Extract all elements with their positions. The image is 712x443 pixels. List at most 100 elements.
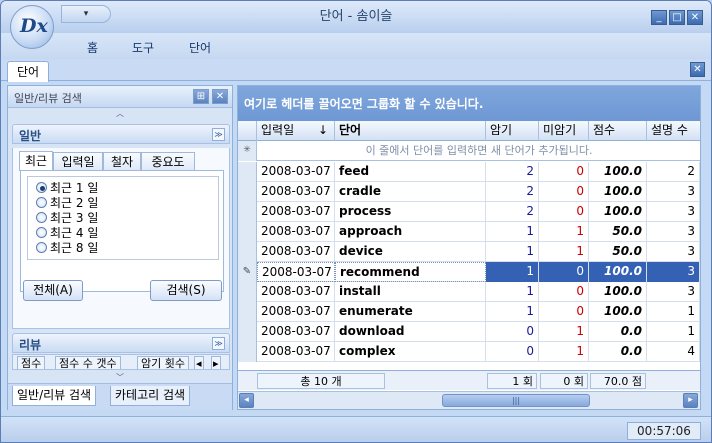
cell-memorized[interactable]: 1	[486, 282, 539, 302]
cell-score[interactable]: 100.0	[589, 162, 647, 182]
cell-word[interactable]: device	[335, 242, 486, 262]
tab-review-score[interactable]: 점수	[17, 356, 46, 369]
cell-memorized[interactable]: 0	[486, 342, 539, 362]
tab-spelling[interactable]: 철자	[103, 152, 141, 171]
cell-input-date[interactable]: 2008-03-07	[257, 162, 335, 182]
search-button[interactable]: 검색(S)	[150, 280, 222, 301]
new-row[interactable]: ✳ 이 줄에서 단어를 입력하면 새 단어가 추가됩니다.	[238, 141, 700, 161]
cell-input-date[interactable]: 2008-03-07	[257, 182, 335, 202]
header-word[interactable]: 단어	[335, 121, 486, 141]
table-row[interactable]: 2008-03-07 complex 0 1 0.0 4	[238, 342, 700, 362]
cell-desc-count[interactable]: 3	[647, 222, 700, 242]
table-row[interactable]: 2008-03-07 enumerate 1 0 100.0 1	[238, 302, 700, 322]
scroll-down-icon[interactable]: ﹀	[8, 372, 232, 383]
tab-importance[interactable]: 중요도	[141, 152, 195, 171]
table-row[interactable]: 2008-03-07 approach 1 1 50.0 3	[238, 222, 700, 242]
table-row[interactable]: ✎ 2008-03-07 recommend 1 0 100.0 3	[238, 262, 700, 282]
cell-input-date[interactable]: 2008-03-07	[257, 222, 335, 242]
cell-input-date[interactable]: 2008-03-07	[257, 342, 335, 362]
cell-desc-count[interactable]: 2	[647, 162, 700, 182]
cell-word[interactable]: enumerate	[335, 302, 486, 322]
cell-memorized[interactable]: 1	[486, 242, 539, 262]
quick-access-toolbar[interactable]: ▾	[61, 5, 111, 23]
cell-input-date[interactable]: 2008-03-07	[257, 242, 335, 262]
cell-unmemorized[interactable]: 1	[539, 242, 589, 262]
section-review-header[interactable]: 리뷰 ≫	[12, 333, 230, 353]
header-unmemorized[interactable]: 미암기	[539, 121, 589, 141]
cell-memorized[interactable]: 0	[486, 322, 539, 342]
pin-icon[interactable]: ⊞	[193, 89, 209, 104]
header-desc-count[interactable]: 설명 수	[647, 121, 700, 141]
section-general-header[interactable]: 일반 ≫	[12, 124, 230, 144]
cell-unmemorized[interactable]: 1	[539, 342, 589, 362]
radio-recent-3[interactable]: 최근 3 일	[36, 211, 98, 226]
radio-recent-8[interactable]: 최근 8 일	[36, 241, 98, 256]
table-row[interactable]: 2008-03-07 cradle 2 0 100.0 3	[238, 182, 700, 202]
row-indicator[interactable]	[238, 302, 257, 322]
cell-desc-count[interactable]: 3	[647, 262, 700, 282]
table-row[interactable]: 2008-03-07 download 0 1 0.0 1	[238, 322, 700, 342]
cell-desc-count[interactable]: 1	[647, 302, 700, 322]
cell-score[interactable]: 50.0	[589, 222, 647, 242]
cell-word[interactable]: feed	[335, 162, 486, 182]
radio-recent-2[interactable]: 최근 2 일	[36, 196, 98, 211]
cell-desc-count[interactable]: 4	[647, 342, 700, 362]
cell-unmemorized[interactable]: 1	[539, 322, 589, 342]
cell-word[interactable]: install	[335, 282, 486, 302]
tab-recent[interactable]: 최근	[19, 151, 53, 171]
table-row[interactable]: 2008-03-07 install 1 0 100.0 3	[238, 282, 700, 302]
tab-input-date[interactable]: 입력일	[53, 152, 103, 171]
cell-desc-count[interactable]: 3	[647, 282, 700, 302]
header-memorized[interactable]: 암기	[486, 121, 539, 141]
tab-category-search[interactable]: 카테고리 검색	[110, 386, 191, 406]
cell-input-date[interactable]: 2008-03-07	[257, 302, 335, 322]
app-logo-button[interactable]: Dx	[10, 5, 54, 49]
cell-input-date[interactable]: 2008-03-07	[257, 282, 335, 302]
table-row[interactable]: 2008-03-07 feed 2 0 100.0 2	[238, 162, 700, 182]
radio-recent-1[interactable]: 최근 1 일	[36, 181, 98, 196]
cell-score[interactable]: 50.0	[589, 242, 647, 262]
header-input-date[interactable]: 입력일 ↓	[257, 121, 335, 141]
cell-input-date[interactable]: 2008-03-07	[257, 322, 335, 342]
cell-score[interactable]: 100.0	[589, 202, 647, 222]
cell-input-date[interactable]: 2008-03-07	[257, 202, 335, 222]
row-indicator[interactable]	[238, 202, 257, 222]
group-by-area[interactable]: 여기로 헤더를 끌어오면 그룹화 할 수 있습니다.	[238, 86, 700, 121]
cell-word[interactable]: cradle	[335, 182, 486, 202]
cell-memorized[interactable]: 1	[486, 262, 539, 282]
cell-desc-count[interactable]: 3	[647, 242, 700, 262]
menu-tools[interactable]: 도구	[132, 39, 154, 56]
row-indicator[interactable]	[238, 282, 257, 302]
cell-memorized[interactable]: 2	[486, 162, 539, 182]
collapse-icon[interactable]: ≫	[212, 128, 225, 141]
minimize-button[interactable]: _	[651, 10, 667, 25]
cell-desc-count[interactable]: 3	[647, 182, 700, 202]
cell-desc-count[interactable]: 1	[647, 322, 700, 342]
tab-words[interactable]: 단어	[7, 61, 49, 82]
row-indicator[interactable]	[238, 322, 257, 342]
row-indicator[interactable]	[238, 342, 257, 362]
scroll-right-icon[interactable]: ▸	[683, 393, 698, 408]
prev-tab-icon[interactable]: ◂	[194, 356, 204, 369]
cell-score[interactable]: 100.0	[589, 262, 647, 282]
all-button[interactable]: 전체(A)	[23, 280, 83, 301]
cell-unmemorized[interactable]: 0	[539, 162, 589, 182]
table-row[interactable]: 2008-03-07 device 1 1 50.0 3	[238, 242, 700, 262]
table-row[interactable]: 2008-03-07 process 2 0 100.0 3	[238, 202, 700, 222]
radio-recent-4[interactable]: 최근 4 일	[36, 226, 98, 241]
cell-score[interactable]: 0.0	[589, 342, 647, 362]
scroll-left-icon[interactable]: ◂	[239, 393, 254, 408]
collapse-icon[interactable]: ≫	[212, 337, 225, 350]
close-button[interactable]: ✕	[687, 10, 703, 25]
cell-unmemorized[interactable]: 0	[539, 302, 589, 322]
row-indicator[interactable]	[238, 162, 257, 182]
cell-word[interactable]: process	[335, 202, 486, 222]
cell-unmemorized[interactable]: 1	[539, 222, 589, 242]
next-tab-icon[interactable]: ▸	[211, 356, 221, 369]
edit-row-icon[interactable]: ✎	[238, 262, 257, 282]
close-icon[interactable]: ✕	[212, 89, 228, 104]
menu-home[interactable]: 홈	[87, 39, 98, 56]
cell-score[interactable]: 100.0	[589, 302, 647, 322]
tab-review-score-count[interactable]: 점수 수 갯수	[55, 356, 121, 369]
horizontal-scrollbar[interactable]: ◂ ||| ▸	[238, 391, 700, 409]
